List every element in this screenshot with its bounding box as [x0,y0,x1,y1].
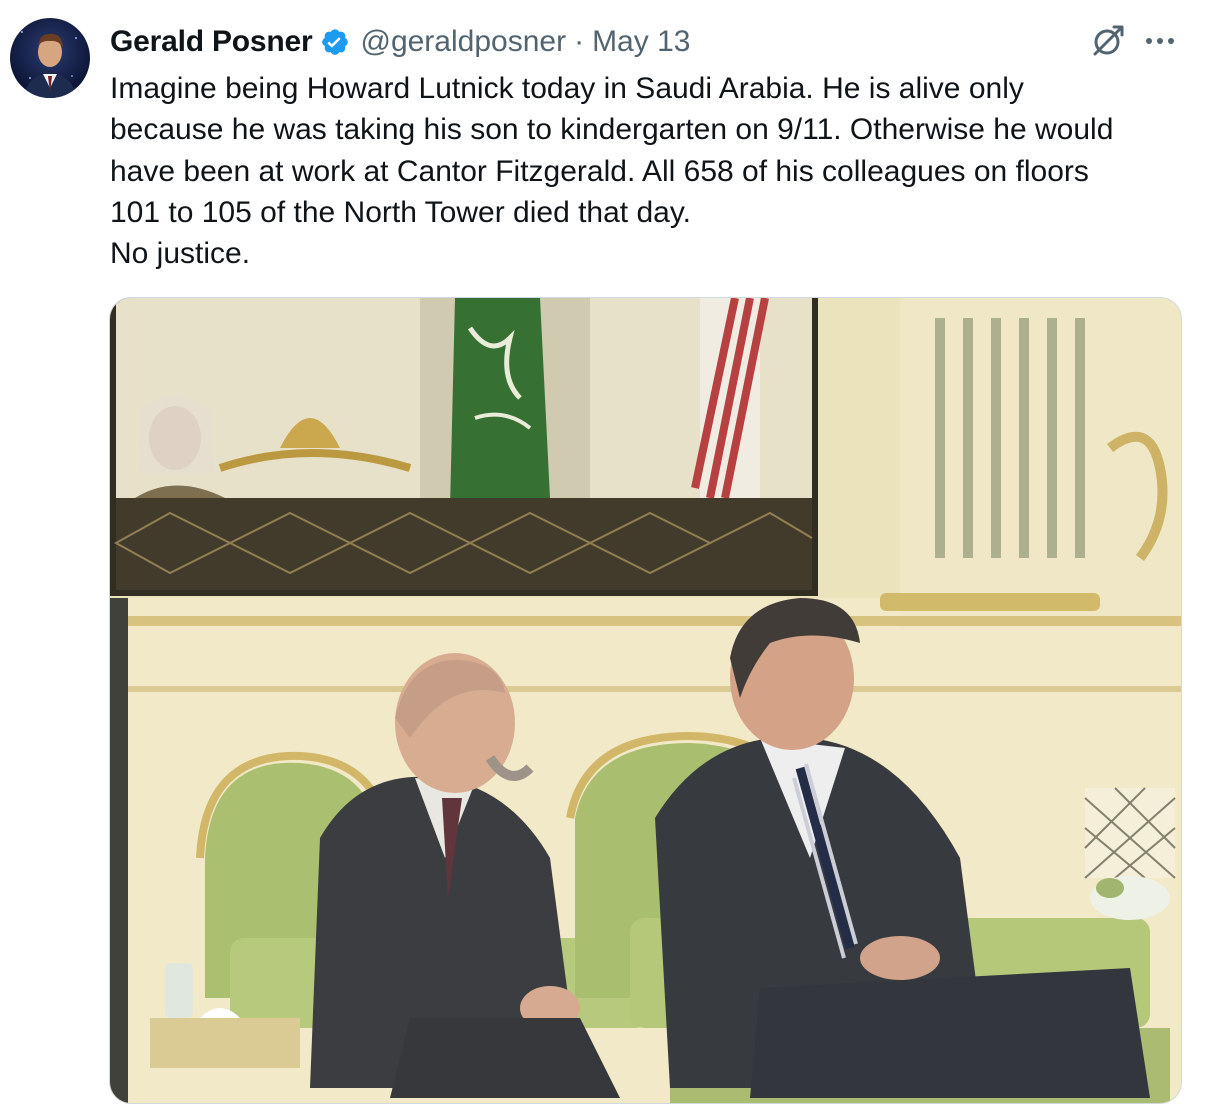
tweet-text: Imagine being Howard Lutnick today in Sa… [110,72,1114,271]
tweet-media-photo[interactable] [109,297,1182,1104]
author-handle[interactable]: @geraldposner [360,25,566,59]
header-separator: · [574,25,585,58]
tweet-date[interactable]: May 13 [592,25,690,59]
avatar-portrait [21,31,77,98]
photo-image [110,298,1181,1103]
tweet-header: Gerald Posner @geraldposner · May 13 [110,22,690,62]
grok-icon[interactable] [1088,22,1126,60]
author-avatar[interactable] [10,18,90,98]
more-options-icon[interactable] [1142,26,1178,56]
author-name[interactable]: Gerald Posner [110,25,313,59]
verified-badge-icon[interactable] [320,27,350,57]
